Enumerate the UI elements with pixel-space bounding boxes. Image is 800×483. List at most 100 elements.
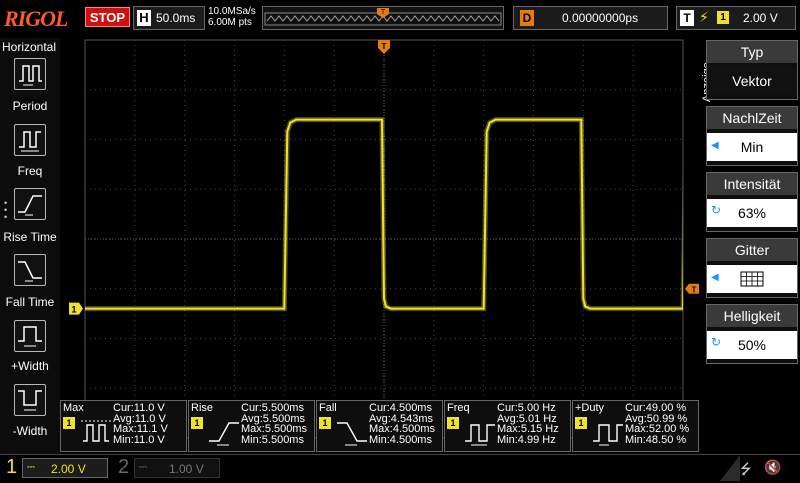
trigger-settings-box[interactable]: T ⚡ 1 2.00 V (676, 6, 796, 30)
intensity-menu[interactable]: Intensität 63% ↻ (706, 172, 798, 232)
positive-width-button[interactable] (14, 320, 46, 352)
period-label: Period (12, 99, 48, 113)
measurement-maximum: Max:11.1 V (113, 423, 168, 435)
measure-menu-panel: Horizontal Period Freq • • • Rise Time Fal… (0, 38, 60, 454)
measurement-channel: 1 (575, 417, 587, 429)
measurement-current: Cur:11.0 V (113, 402, 165, 414)
persistence-time-label: NachlZeit (707, 107, 797, 129)
delay-label: D (520, 10, 534, 26)
rise-icon (209, 422, 239, 446)
trigger-label: T (680, 10, 694, 26)
channel-1-settings[interactable]: ⎓ 2.00 V (22, 458, 108, 478)
menu-page-dots: • • • (4, 198, 8, 222)
freq-icon (19, 131, 41, 152)
measurement-freq[interactable]: Freq 1 Cur:5.00 Hz Avg:5.01 Hz Max:5.15 … (444, 400, 571, 452)
channel-1-waveform (85, 118, 683, 310)
measurement-maximum: Max:5.15 Hz (497, 423, 559, 435)
channel-1-number[interactable]: 1 (6, 456, 17, 479)
trigger-delay-box[interactable]: D 0.00000000ps (513, 6, 668, 30)
sample-rate: 10.0MSa/s (208, 6, 256, 17)
knob-rotate-icon: ↻ (711, 335, 722, 349)
channel-2-settings[interactable]: ⎓ 1.00 V (134, 458, 220, 478)
measurement-current: Cur:49.00 % (625, 402, 687, 414)
negative-width-button[interactable] (14, 384, 46, 416)
measurement-channel: 1 (319, 417, 331, 429)
period-icon (19, 65, 42, 86)
measurement-name: Rise (191, 402, 214, 414)
waveform-grid: 1 T T (69, 39, 699, 439)
measurement-values: Cur:5.500ms Avg:5.500ms Max:5.500ms Min:… (241, 403, 307, 445)
rise-time-button[interactable] (14, 188, 46, 220)
intensity-label: Intensität (707, 173, 797, 195)
waveform-display[interactable]: 1 T T (60, 38, 700, 454)
rise-time-icon (18, 195, 42, 216)
display-type-menu[interactable]: Typ Vektor (706, 40, 798, 100)
display-type-value: Vektor (707, 67, 797, 95)
measurement-channel: 1 (191, 417, 203, 429)
measurement-name: Freq (447, 402, 470, 414)
svg-text:T: T (381, 9, 386, 16)
measurement-values: Cur:11.0 V Avg:11.0 V Max:11.1 V Min:11.… (113, 403, 168, 445)
measurement-values: Cur:49.00 % Avg:50.99 % Max:52.00 % Min:… (625, 403, 689, 445)
trigger-source: 1 (717, 11, 729, 24)
horizontal-timebase-box[interactable]: H 50.0ms (133, 6, 205, 30)
measurement-maximum: Max:5.500ms (241, 423, 308, 435)
knob-rotate-icon: ↻ (711, 203, 722, 217)
top-status-bar: RIGOL STOP H 50.0ms 10.0MSa/s 6.00M pts … (0, 0, 800, 38)
positive-width-icon (18, 326, 42, 347)
grid-menu[interactable]: Gitter ◀ (706, 238, 798, 298)
waveform-trace-glow (85, 117, 683, 312)
measurement-minimum: Min:5.500ms (241, 433, 304, 446)
brightness-menu[interactable]: Helligkeit 50% ↻ (706, 304, 798, 364)
grid-label: Gitter (707, 239, 797, 261)
menu-arrow-icon: ◀ (711, 272, 719, 283)
measurement-minimum: Min:48.50 % (625, 433, 687, 446)
run-stop-indicator[interactable]: STOP (85, 7, 130, 27)
grid-value (707, 265, 797, 293)
rise-time-label: Rise Time (3, 230, 57, 244)
freq-button[interactable] (14, 124, 46, 156)
status-triangle-icon (720, 455, 740, 481)
trigger-position-label: T (382, 42, 387, 51)
freq-label: Freq (17, 164, 43, 178)
measurement-current: Cur:5.500ms (241, 402, 304, 414)
dc-coupling-icon: ⎓ (27, 462, 35, 473)
measurement-name: Max (63, 402, 84, 414)
rigol-logo: RIGOL (4, 6, 68, 31)
measurement-positive-duty[interactable]: +Duty 1 Cur:49.00 % Avg:50.99 % Max:52.0… (572, 400, 699, 452)
measurement-name: +Duty (575, 402, 605, 414)
grid-full-icon (740, 271, 764, 287)
horizontal-label: H (137, 10, 151, 26)
fall-icon (337, 422, 367, 446)
rising-edge-icon: ⚡ (699, 9, 709, 25)
measurement-fall[interactable]: Fall 1 Cur:4.500ms Avg:4.543ms Max:4.500… (316, 400, 443, 452)
measurement-current: Cur:5.00 Hz (497, 402, 556, 414)
channel-1-scale: 2.00 V (51, 462, 86, 476)
measurement-minimum: Min:4.99 Hz (497, 433, 556, 446)
period-button[interactable] (14, 58, 46, 90)
negative-width-icon (18, 390, 42, 411)
channel-status-bar: 1 ⎓ 2.00 V 2 ⎓ 1.00 V ⭍ 🔇 (0, 454, 800, 481)
display-type-label: Typ (707, 41, 797, 63)
measurement-rise[interactable]: Rise 1 Cur:5.500ms Avg:5.500ms Max:5.500… (188, 400, 315, 452)
fall-time-button[interactable] (14, 254, 46, 286)
max-icon (81, 420, 111, 442)
measurement-name: Fall (319, 402, 337, 414)
freq-icon (465, 424, 495, 446)
memory-position-strip: T (262, 6, 504, 30)
dc-coupling-icon: ⎓ (139, 462, 147, 473)
acquisition-info: 10.0MSa/s 6.00M pts (208, 6, 256, 28)
timebase-value: 50.0ms (156, 11, 196, 25)
speaker-mute-icon[interactable]: 🔇 (764, 459, 781, 476)
memory-depth: 6.00M pts (208, 17, 252, 28)
persistence-time-menu[interactable]: NachlZeit Min ◀ (706, 106, 798, 166)
measurement-maximum: Max:52.00 % (625, 423, 690, 435)
delay-value: 0.00000000ps (562, 11, 639, 25)
channel-2-number[interactable]: 2 (118, 456, 129, 479)
measurement-values: Cur:5.00 Hz Avg:5.01 Hz Max:5.15 Hz Min:… (497, 403, 559, 445)
measurement-max[interactable]: Max 1 Cur:11.0 V Avg:11.0 V Max:11.1 V M… (60, 400, 187, 452)
measurement-current: Cur:4.500ms (369, 402, 432, 414)
measurement-minimum: Min:4.500ms (369, 433, 432, 446)
measurement-minimum: Min:11.0 V (113, 433, 165, 446)
trigger-level: 2.00 V (743, 11, 778, 25)
